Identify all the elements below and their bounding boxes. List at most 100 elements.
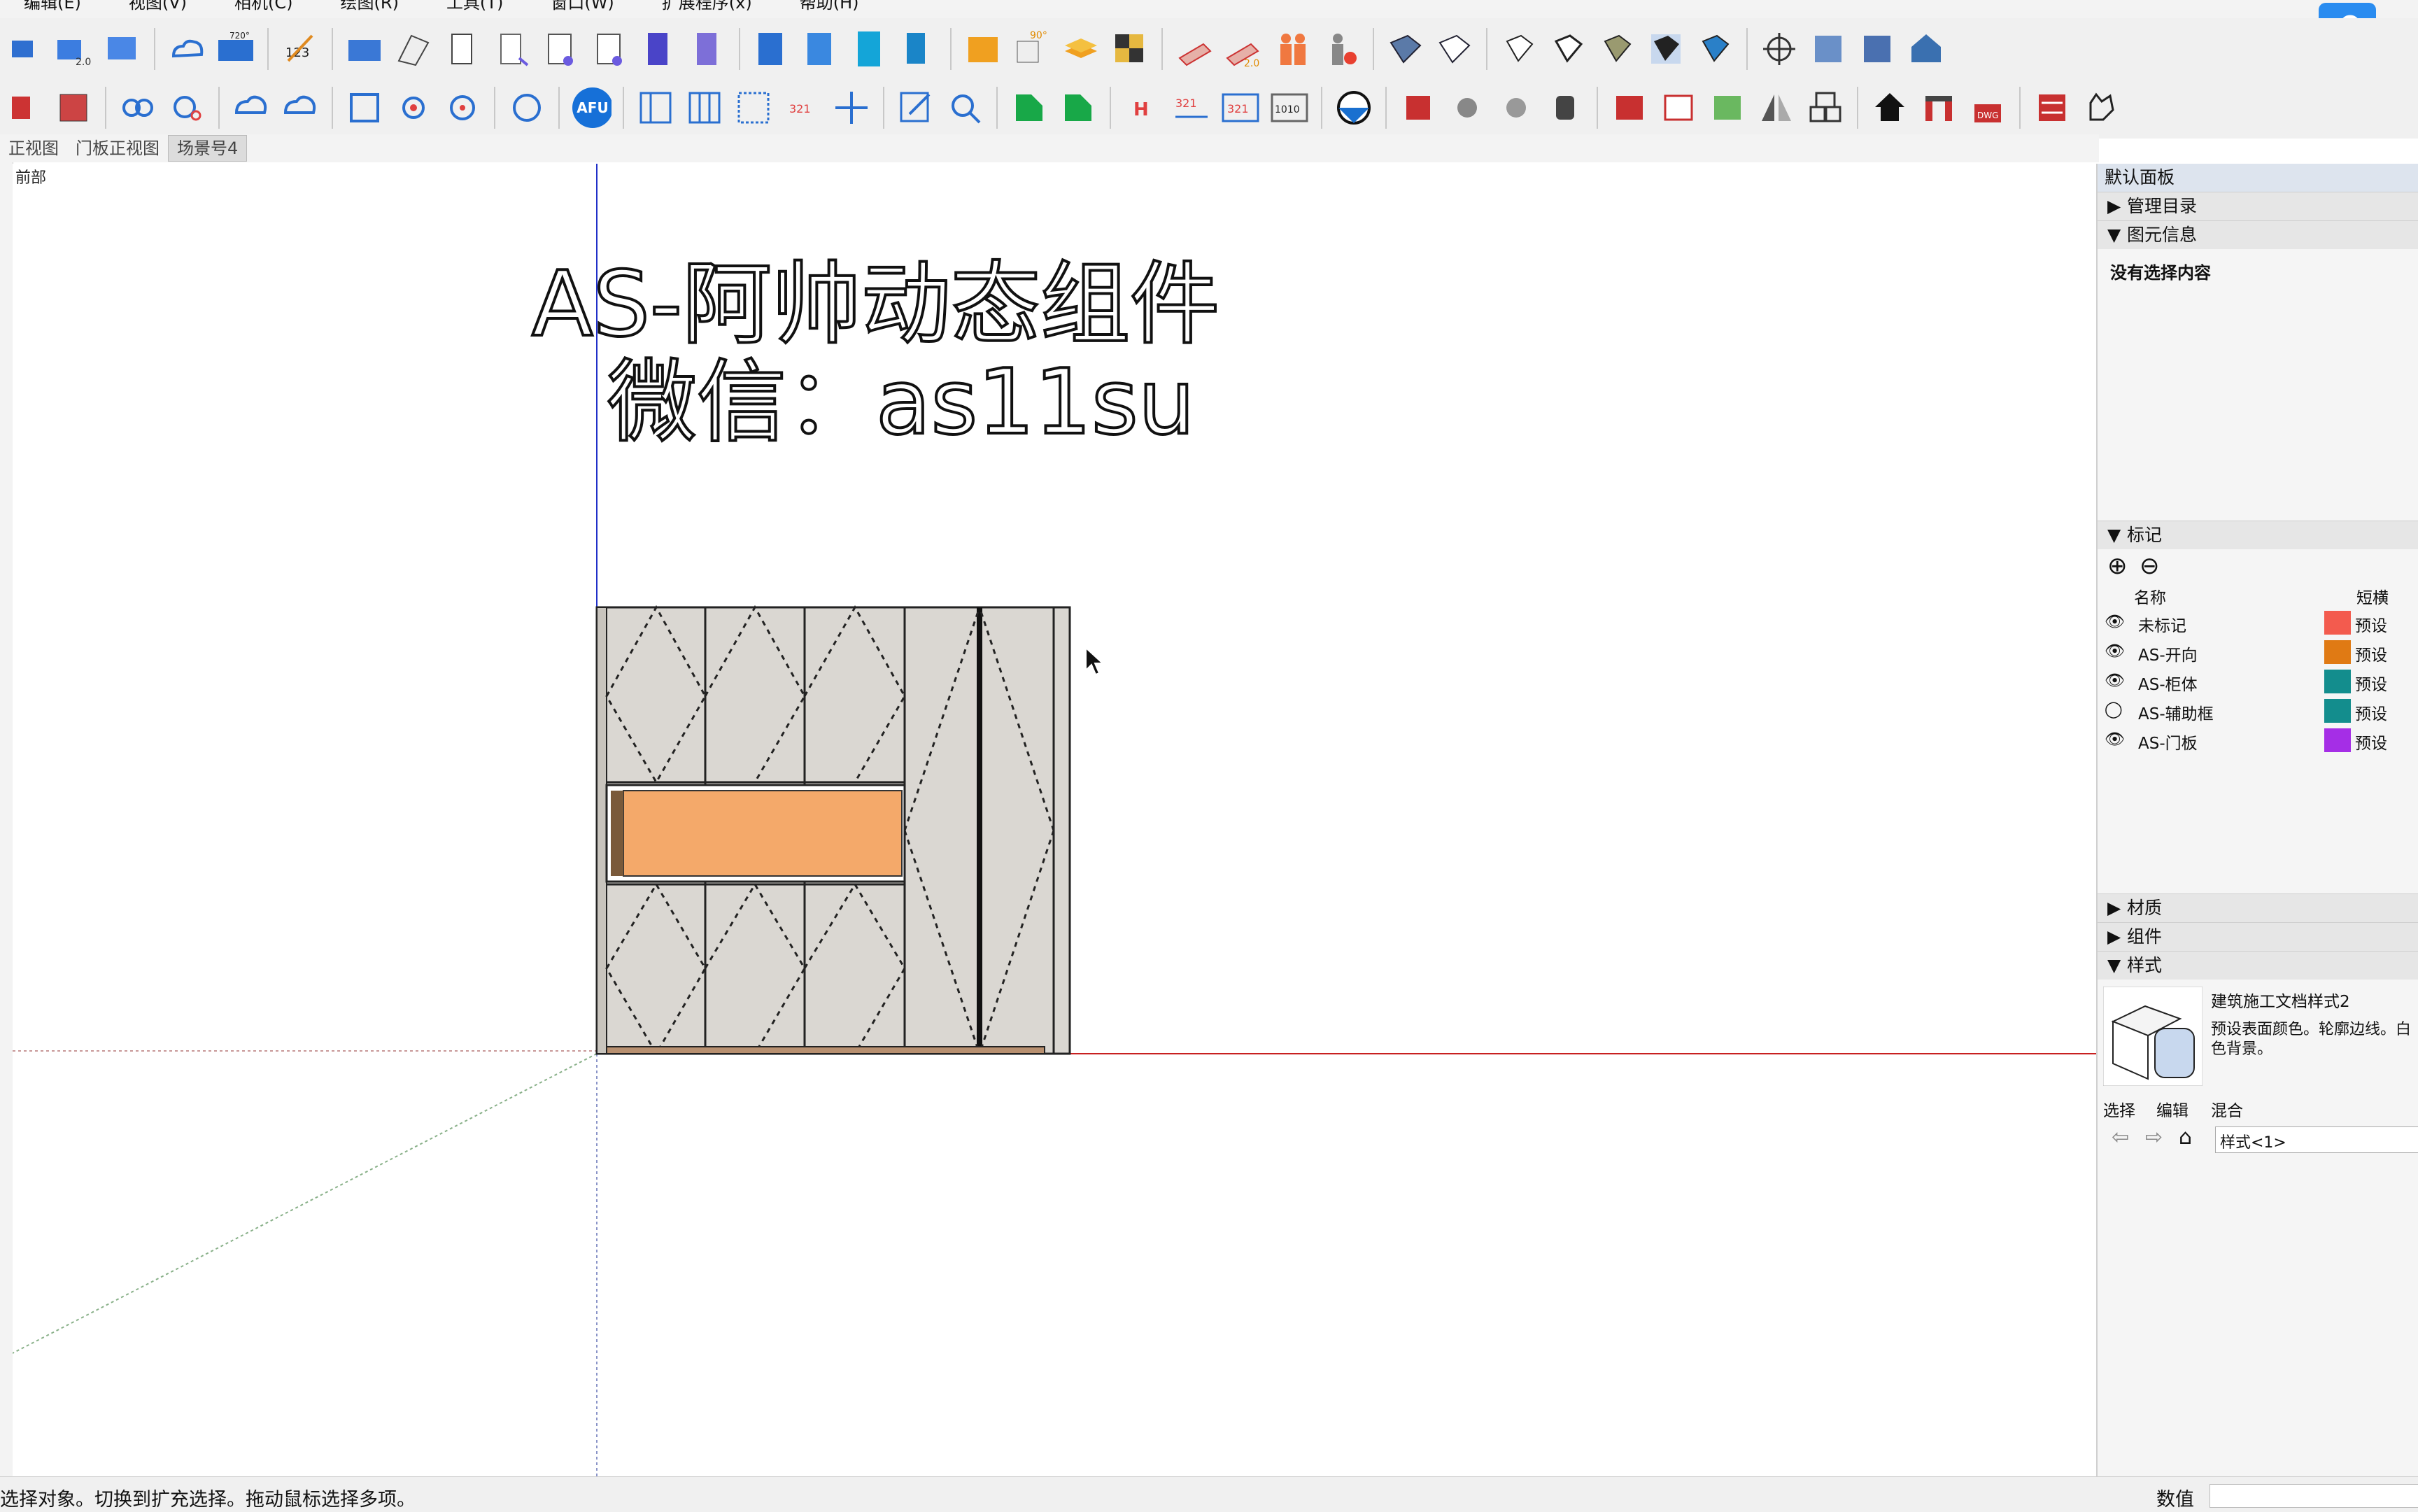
drawer-tool-icon[interactable]	[589, 27, 630, 71]
tag-dash[interactable]: 预设	[2355, 730, 2387, 754]
tag-color-swatch[interactable]	[2324, 640, 2351, 664]
tag-dash[interactable]: 预设	[2355, 671, 2387, 695]
sheet-green-icon[interactable]	[1009, 86, 1049, 129]
tab-door-front-view[interactable]: 门板正视图	[67, 136, 168, 161]
rotate-90-icon[interactable]: 90°	[1012, 27, 1052, 71]
panel-cyan-icon[interactable]	[849, 27, 890, 71]
resize-icon[interactable]	[344, 86, 385, 129]
eye-icon[interactable]: 👁	[2105, 730, 2125, 749]
section-tags[interactable]: ▼ 标记	[2098, 521, 2418, 549]
tag-color-swatch[interactable]	[2324, 699, 2351, 723]
house-view-icon[interactable]	[1906, 27, 1946, 71]
eye-hidden-icon[interactable]: ◯	[2105, 700, 2123, 719]
style-wireframe-icon[interactable]	[1499, 27, 1539, 71]
solid-tool3-icon[interactable]	[1707, 86, 1748, 129]
menu-extensions[interactable]: 扩展程序(x)	[638, 0, 776, 18]
tag-row-cabinet-body[interactable]: 👁 AS-柜体 预设	[2098, 667, 2418, 696]
cloud-list-icon[interactable]	[280, 86, 320, 129]
hand-tool-icon[interactable]	[2081, 86, 2121, 129]
section-styles[interactable]: ▼ 样式	[2098, 951, 2418, 980]
zoom-icon[interactable]	[945, 86, 985, 129]
wardrobe-tool-icon[interactable]	[638, 27, 679, 71]
link-icon[interactable]	[118, 86, 158, 129]
afu-button[interactable]: AFU	[571, 86, 611, 129]
model-viewport[interactable]: 前部 AS-阿帅动态组件 微信：as11su	[13, 164, 2096, 1476]
eye-icon[interactable]: 👁	[2105, 671, 2125, 690]
book-icon[interactable]	[4, 86, 45, 129]
view-top-icon[interactable]	[1434, 27, 1475, 71]
door-tool-icon[interactable]	[442, 27, 483, 71]
mirror-icon[interactable]	[1756, 86, 1797, 129]
style-tab-edit[interactable]: 编辑	[2156, 1097, 2189, 1121]
cabinet-tool-icon[interactable]	[344, 27, 385, 71]
tool-grey3-icon[interactable]	[1545, 86, 1585, 129]
style-mono-icon[interactable]	[1695, 27, 1735, 71]
door-open-icon[interactable]	[491, 27, 532, 71]
split-icon[interactable]	[684, 86, 725, 129]
tag-row-untagged[interactable]: 👁 未标记 预设	[2098, 608, 2418, 637]
section-entity-info[interactable]: ▼ 图元信息	[2098, 220, 2418, 249]
style-shaded-icon[interactable]	[1597, 27, 1637, 71]
number-321-box-icon[interactable]: 321	[1220, 86, 1261, 129]
refresh-icon[interactable]	[442, 86, 483, 129]
compass-icon[interactable]	[1334, 86, 1374, 129]
number-1010-icon[interactable]: 1010	[1269, 86, 1310, 129]
home-icon[interactable]: ⌂	[2179, 1125, 2192, 1150]
orbit-icon[interactable]	[1759, 27, 1800, 71]
tag-row-open-direction[interactable]: 👁 AS-开向 预设	[2098, 637, 2418, 667]
tag-color-swatch[interactable]	[2324, 611, 2351, 635]
people-icon[interactable]	[1272, 27, 1313, 71]
sheet-green2-icon[interactable]	[1058, 86, 1098, 129]
menu-edit[interactable]: 编辑(E)	[0, 0, 105, 18]
checker-icon[interactable]	[1110, 27, 1150, 71]
xray-icon[interactable]	[1808, 27, 1848, 71]
tag-dash[interactable]: 预设	[2355, 642, 2387, 665]
view-iso-icon[interactable]	[1385, 27, 1426, 71]
solid-tool2-icon[interactable]	[1658, 86, 1699, 129]
grid-icon[interactable]	[733, 86, 774, 129]
people-remove-icon[interactable]	[1321, 27, 1362, 71]
plugin-box-icon[interactable]	[102, 27, 143, 71]
remove-tag-icon[interactable]: ⊖	[2140, 552, 2160, 580]
plugin-2-icon[interactable]: 2.0	[53, 27, 94, 71]
add-tag-icon[interactable]: ⊕	[2107, 552, 2128, 580]
box-orange-icon[interactable]	[963, 27, 1003, 71]
cloud-link-icon[interactable]	[167, 86, 207, 129]
browser-icon[interactable]	[507, 86, 547, 129]
value-input[interactable]	[2210, 1484, 2418, 1508]
height-icon[interactable]: H	[1122, 86, 1163, 129]
solid-red-icon[interactable]	[1398, 86, 1438, 129]
tab-front-view[interactable]: 正视图	[0, 136, 67, 161]
tag-row-door-panel[interactable]: 👁 AS-门板 预设	[2098, 726, 2418, 755]
tag-row-aux-frame[interactable]: ◯ AS-辅助框 预设	[2098, 696, 2418, 726]
tag-color-swatch[interactable]	[2324, 670, 2351, 693]
number-321-icon[interactable]: 321	[1171, 86, 1212, 129]
network-icon[interactable]	[393, 86, 434, 129]
section-manage-dir[interactable]: ▶ 管理目录	[2098, 192, 2418, 220]
menu-camera[interactable]: 相机(C)	[211, 0, 316, 18]
style-tab-mix[interactable]: 混合	[2211, 1097, 2243, 1121]
photo-icon[interactable]	[53, 86, 94, 129]
tool-grey1-icon[interactable]	[1447, 86, 1487, 129]
number-tool-icon[interactable]: 123	[280, 27, 320, 71]
tab-scene-4[interactable]: 场景号4	[168, 135, 248, 162]
panorama-icon[interactable]: 720°	[215, 27, 256, 71]
tag-color-swatch[interactable]	[2324, 728, 2351, 752]
menu-window[interactable]: 窗口(W)	[527, 0, 637, 18]
menu-draw[interactable]: 绘图(R)	[317, 0, 423, 18]
plugin-blue-icon[interactable]	[4, 27, 45, 71]
menu-help[interactable]: 帮助(H)	[776, 0, 883, 18]
cloud-tool-icon[interactable]	[167, 27, 207, 71]
layers-icon[interactable]	[1061, 27, 1101, 71]
eye-icon[interactable]: 👁	[2105, 612, 2125, 631]
solid-tool-icon[interactable]	[1609, 86, 1650, 129]
tag-dash[interactable]: 预设	[2355, 700, 2387, 724]
style-tab-select[interactable]: 选择	[2103, 1097, 2135, 1121]
section-materials[interactable]: ▶ 材质	[2098, 893, 2418, 922]
edit-icon[interactable]	[896, 86, 936, 129]
board-red2-icon[interactable]: 2.0	[1223, 27, 1264, 71]
panel-tool-icon[interactable]	[393, 27, 434, 71]
panel-move-icon[interactable]	[898, 27, 939, 71]
move-icon[interactable]	[831, 86, 872, 129]
gate-icon[interactable]	[1918, 86, 1959, 129]
